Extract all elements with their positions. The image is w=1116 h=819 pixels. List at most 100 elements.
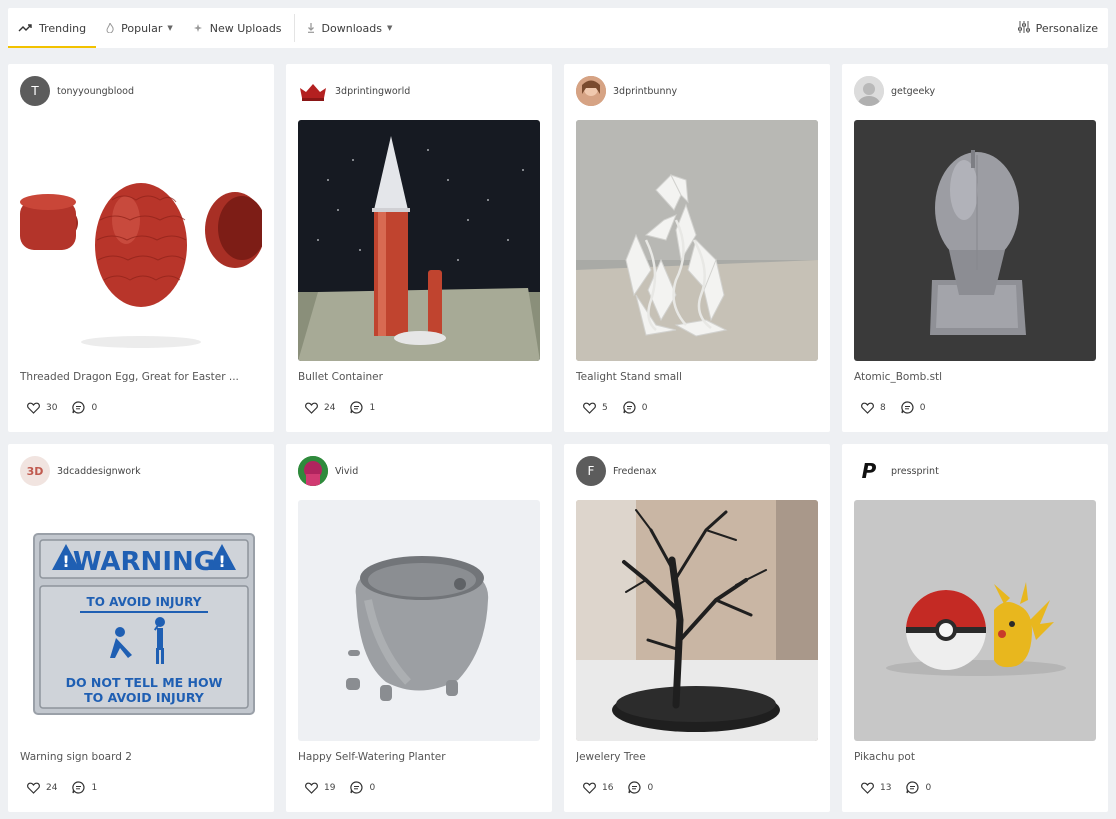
like-button[interactable]: 24 [305, 402, 335, 414]
dragon-egg-image [20, 120, 262, 361]
heart-icon [27, 782, 40, 794]
author-name[interactable]: 3dprintingworld [335, 86, 410, 97]
pikachu-pot-image [854, 500, 1096, 741]
model-card[interactable]: getgeeky Atomic_Bomb.stl 8 0 [842, 64, 1108, 432]
like-count: 24 [46, 782, 58, 793]
comment-button[interactable]: 0 [350, 781, 375, 794]
chevron-down-icon: ▼ [386, 24, 393, 32]
like-count: 30 [46, 402, 58, 413]
author-name[interactable]: pressprint [891, 466, 939, 477]
comment-icon [350, 401, 363, 414]
comment-button[interactable]: 1 [350, 401, 375, 414]
model-title[interactable]: Threaded Dragon Egg, Great for Easter ..… [20, 371, 248, 383]
comment-count: 0 [641, 402, 648, 413]
like-button[interactable]: 5 [583, 402, 608, 414]
tab-trending[interactable]: Trending [8, 8, 97, 48]
comment-button[interactable]: 1 [72, 781, 97, 794]
warning-sign-image: ! ! WARNING TO AVOID INJURY DO NOT TELL … [20, 500, 262, 741]
model-grid: T tonyyoungblood Threaded Dragon Egg, Gr… [8, 64, 1108, 812]
sliders-icon [1017, 20, 1030, 36]
sparkle-icon [193, 23, 203, 33]
like-button[interactable]: 8 [861, 402, 886, 414]
model-thumbnail[interactable] [576, 500, 818, 741]
personalize-button[interactable]: Personalize [1010, 8, 1108, 48]
heart-icon [861, 782, 874, 794]
model-thumbnail[interactable]: ! ! WARNING TO AVOID INJURY DO NOT TELL … [20, 500, 262, 741]
tab-label: Downloads [321, 21, 382, 35]
model-thumbnail[interactable] [854, 500, 1096, 741]
comment-button[interactable]: 0 [623, 401, 648, 414]
avatar[interactable]: F [576, 456, 606, 486]
model-thumbnail[interactable] [20, 120, 262, 361]
model-title[interactable]: Atomic_Bomb.stl [854, 371, 1082, 383]
like-count: 24 [324, 402, 336, 413]
comment-button[interactable]: 0 [906, 781, 931, 794]
heart-icon [305, 782, 318, 794]
heart-icon [305, 402, 318, 414]
flame-icon [106, 23, 114, 33]
author-name[interactable]: Fredenax [613, 466, 657, 477]
comment-button[interactable]: 0 [901, 401, 925, 414]
model-thumbnail[interactable] [854, 120, 1096, 361]
like-button[interactable]: 16 [583, 782, 613, 794]
chevron-down-icon: ▼ [167, 24, 173, 32]
tab-downloads[interactable]: Downloads ▼ [297, 8, 403, 48]
model-card[interactable]: T tonyyoungblood Threaded Dragon Egg, Gr… [8, 64, 274, 432]
avatar[interactable]: T [20, 76, 50, 106]
comment-icon [628, 781, 641, 794]
model-title[interactable]: Tealight Stand small [576, 371, 804, 383]
model-card[interactable]: 3dprintingworld Bullet Container 24 1 [286, 64, 552, 432]
author-name[interactable]: 3dcaddesignwork [57, 466, 141, 477]
model-card[interactable]: F Fredenax Jewelery Tree 16 0 [564, 444, 830, 812]
comment-icon [72, 781, 85, 794]
avatar[interactable] [576, 76, 606, 106]
comment-icon [350, 781, 363, 794]
trending-icon [18, 23, 32, 33]
tab-popular[interactable]: Popular ▼ [96, 8, 183, 48]
model-title[interactable]: Happy Self-Watering Planter [298, 751, 526, 763]
author-name[interactable]: getgeeky [891, 86, 935, 97]
like-button[interactable]: 13 [861, 782, 891, 794]
tab-new-uploads[interactable]: New Uploads [183, 8, 292, 48]
warning-line-1: TO AVOID INJURY [87, 595, 202, 609]
model-title[interactable]: Bullet Container [298, 371, 526, 383]
avatar[interactable] [298, 456, 328, 486]
tealight-stand-image [576, 120, 818, 361]
model-title[interactable]: Pikachu pot [854, 751, 1082, 763]
model-card[interactable]: 3D 3dcaddesignwork ! ! WARNING TO AVOID … [8, 444, 274, 812]
model-card[interactable]: P pressprint Pikachu pot 13 0 [842, 444, 1108, 812]
warning-line-2: DO NOT TELL ME HOW [66, 675, 223, 690]
comment-icon [901, 401, 914, 414]
heart-icon [583, 782, 596, 794]
model-card[interactable]: 3dprintbunny Tealight Stand small 5 0 [564, 64, 830, 432]
author-name[interactable]: 3dprintbunny [613, 86, 677, 97]
svg-text:!: ! [218, 552, 225, 571]
comment-icon [72, 401, 85, 414]
comment-button[interactable]: 0 [628, 781, 653, 794]
model-thumbnail[interactable] [576, 120, 818, 361]
model-title[interactable]: Jewelery Tree [576, 751, 804, 763]
model-thumbnail[interactable] [298, 120, 540, 361]
author-name[interactable]: Vivid [335, 466, 358, 477]
like-button[interactable]: 24 [27, 782, 57, 794]
avatar[interactable] [854, 76, 884, 106]
tab-label: Trending [39, 21, 87, 35]
avatar[interactable]: P [854, 456, 884, 486]
tab-label: New Uploads [209, 21, 282, 35]
comment-button[interactable]: 0 [72, 401, 97, 414]
model-card[interactable]: Vivid Happy Self-Watering Planter 19 0 [286, 444, 552, 812]
avatar[interactable] [298, 76, 328, 106]
warning-line-3: TO AVOID INJURY [84, 690, 205, 705]
crown-logo-icon [300, 84, 326, 101]
user-photo-icon [576, 76, 606, 106]
model-title[interactable]: Warning sign board 2 [20, 751, 248, 763]
tab-label: Popular [121, 21, 163, 35]
user-photo-icon [298, 456, 328, 486]
author-name[interactable]: tonyyoungblood [57, 86, 134, 97]
comment-icon [906, 781, 919, 794]
like-button[interactable]: 30 [27, 402, 57, 414]
avatar[interactable]: 3D [20, 456, 50, 486]
personalize-label: Personalize [1035, 21, 1098, 35]
model-thumbnail[interactable] [298, 500, 540, 741]
like-button[interactable]: 19 [305, 782, 335, 794]
